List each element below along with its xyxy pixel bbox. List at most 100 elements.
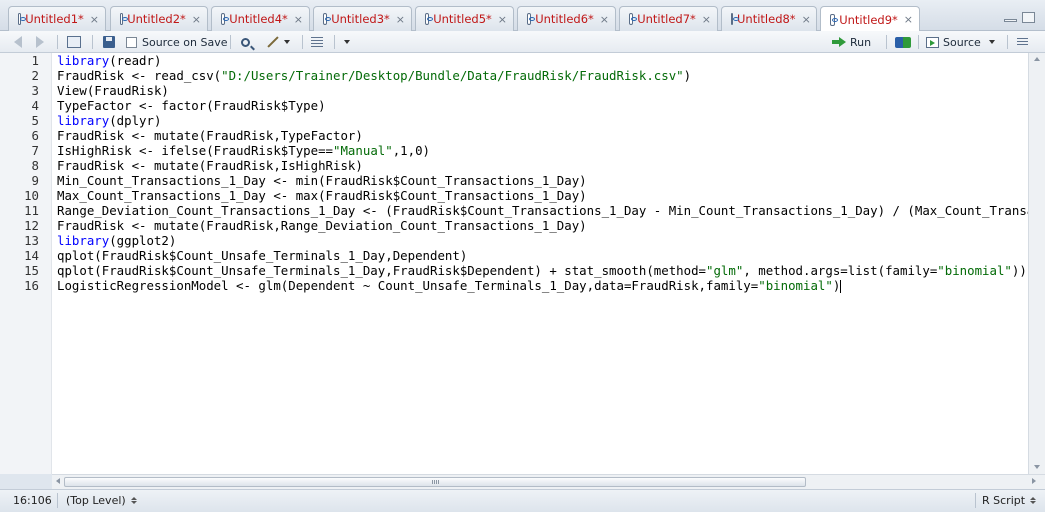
r-file-icon (120, 13, 129, 25)
close-icon[interactable]: × (904, 13, 913, 26)
line-number: 13 (24, 233, 39, 248)
source-icon (926, 36, 939, 48)
code-token: IsHighRisk <- ifelse(FraudRisk$Type== (57, 143, 334, 158)
editor-tab[interactable]: Untitled7* × (619, 6, 718, 31)
close-icon[interactable]: × (802, 13, 811, 26)
scroll-right-arrow-icon[interactable] (1032, 478, 1036, 484)
file-type-selector[interactable]: R Script (982, 494, 1037, 507)
r-file-icon (425, 13, 434, 25)
r-file-icon (629, 13, 638, 25)
code-line[interactable]: library(readr) (57, 53, 161, 68)
close-icon[interactable]: × (498, 13, 507, 26)
source-dropdown-caret[interactable] (988, 40, 995, 44)
tab-label: Untitled4* (229, 12, 288, 26)
checkbox-box[interactable] (126, 36, 137, 48)
code-token: (readr) (109, 53, 162, 68)
editor-tab-bar: Untitled1* × Untitled2* × Untitled4* × Untitle… (0, 0, 1045, 32)
code-string: "glm" (706, 263, 744, 278)
save-icon[interactable] (103, 34, 115, 50)
scroll-left-arrow-icon[interactable] (56, 478, 60, 484)
compile-report-icon[interactable] (311, 34, 323, 50)
minimize-pane-button[interactable] (1004, 19, 1017, 22)
code-line[interactable]: FraudRisk <- read_csv("D:/Users/Trainer/… (57, 68, 691, 83)
code-line[interactable]: LogisticRegressionModel <- glm(Dependent… (57, 278, 842, 293)
code-token: Max_Count_Transactions_1_Day <- max(Frau… (57, 188, 587, 203)
scroll-down-arrow-icon[interactable] (1034, 465, 1040, 469)
horizontal-scroll-thumb[interactable] (64, 477, 806, 487)
close-icon[interactable]: × (90, 13, 99, 26)
editor-tab[interactable]: Untitled6* × (517, 6, 616, 31)
maximize-pane-button[interactable] (1022, 12, 1035, 23)
source-button[interactable]: Source (926, 34, 995, 50)
code-line[interactable]: View(FraudRisk) (57, 83, 169, 98)
source-on-save-checkbox[interactable]: Source on Save (126, 34, 227, 50)
search-icon[interactable] (241, 34, 250, 50)
code-keyword: library (57, 233, 110, 248)
code-string: "D:/Users/Trainer/Desktop/Bundle/Data/Fr… (221, 68, 684, 83)
tab-label: Untitled1* (25, 12, 84, 26)
code-token: qplot(FraudRisk$Count_Unsafe_Terminals_1… (57, 263, 707, 278)
code-token: FraudRisk <- mutate(FraudRisk,TypeFactor… (57, 128, 363, 143)
close-icon[interactable]: × (294, 13, 303, 26)
code-string: "binomial" (937, 263, 1012, 278)
code-token: , method.args=list(family= (743, 263, 938, 278)
editor-tab[interactable]: Untitled9* × (820, 6, 920, 32)
editor-tab[interactable]: Untitled2* × (110, 6, 208, 31)
code-editor[interactable]: 1 2 3 4 5 6 7 8 9 10 11 12 13 14 15 16 library(readr) Fr… (0, 53, 1045, 474)
run-button[interactable]: Run (832, 34, 871, 50)
code-keyword: library (57, 53, 110, 68)
editor-tab[interactable]: Untitled4* × (211, 6, 310, 31)
code-line[interactable]: qplot(FraudRisk$Count_Unsafe_Terminals_1… (57, 248, 467, 263)
code-line[interactable]: IsHighRisk <- ifelse(FraudRisk$Type=="Ma… (57, 143, 430, 158)
close-icon[interactable]: × (600, 13, 609, 26)
code-line[interactable]: Min_Count_Transactions_1_Day <- min(Frau… (57, 173, 587, 188)
code-token: qplot(FraudRisk$Count_Unsafe_Terminals_1… (57, 248, 468, 263)
code-line[interactable]: FraudRisk <- mutate(FraudRisk,TypeFactor… (57, 128, 363, 143)
code-token: FraudRisk <- mutate(FraudRisk,Range_Devi… (57, 218, 587, 233)
code-token: Min_Count_Transactions_1_Day <- min(Frau… (57, 173, 587, 188)
code-line[interactable]: FraudRisk <- mutate(FraudRisk,Range_Devi… (57, 218, 587, 233)
vertical-scrollbar[interactable] (1028, 53, 1045, 474)
source-on-save-label: Source on Save (142, 35, 228, 49)
horizontal-scrollbar[interactable] (52, 474, 1045, 489)
close-icon[interactable]: × (396, 13, 405, 26)
line-number: 6 (31, 128, 39, 143)
code-string: "binomial" (758, 278, 833, 293)
r-file-icon (527, 13, 536, 25)
line-number: 2 (31, 68, 39, 83)
status-bar: 16:106 (Top Level) R Script (0, 489, 1045, 512)
r-file-icon (221, 13, 230, 25)
close-icon[interactable]: × (192, 13, 201, 26)
scroll-up-arrow-icon[interactable] (1034, 57, 1040, 61)
code-line[interactable]: Max_Count_Transactions_1_Day <- max(Frau… (57, 188, 587, 203)
code-token: (dplyr) (109, 113, 162, 128)
line-number: 10 (24, 188, 39, 203)
code-line[interactable]: TypeFactor <- factor(FraudRisk$Type) (57, 98, 326, 113)
code-tools-wand-icon[interactable] (266, 34, 290, 50)
close-icon[interactable]: × (702, 13, 711, 26)
tab-label: Untitled2* (127, 12, 186, 26)
document-outline-icon[interactable] (1017, 34, 1028, 50)
tab-label: Untitled8* (737, 12, 796, 26)
line-number: 16 (24, 278, 39, 293)
code-token: )) (1011, 263, 1027, 278)
scope-selector[interactable]: (Top Level) (66, 494, 137, 507)
code-line[interactable]: library(ggplot2) (57, 233, 176, 248)
code-line[interactable]: Range_Deviation_Count_Transactions_1_Day… (57, 203, 1045, 218)
editor-tab[interactable]: Untitled8* × (721, 6, 817, 31)
editor-tab[interactable]: Untitled1* × (8, 6, 106, 31)
editor-tab[interactable]: Untitled3* × (313, 6, 412, 31)
rerun-button[interactable] (895, 34, 911, 50)
code-line[interactable]: library(dplyr) (57, 113, 161, 128)
more-options-dropdown[interactable] (344, 34, 350, 50)
editor-tab[interactable]: Untitled5* × (415, 6, 514, 31)
show-in-window-icon[interactable] (67, 34, 81, 50)
code-token: TypeFactor <- factor(FraudRisk$Type) (57, 98, 326, 113)
scope-caret-icon (130, 497, 137, 504)
code-line[interactable]: FraudRisk <- mutate(FraudRisk,IsHighRisk… (57, 158, 363, 173)
back-arrow-icon[interactable] (14, 34, 22, 50)
code-token: FraudRisk <- mutate(FraudRisk,IsHighRisk… (57, 158, 363, 173)
forward-arrow-icon[interactable] (36, 34, 44, 50)
line-number: 1 (31, 53, 39, 68)
code-line[interactable]: qplot(FraudRisk$Count_Unsafe_Terminals_1… (57, 263, 1027, 278)
